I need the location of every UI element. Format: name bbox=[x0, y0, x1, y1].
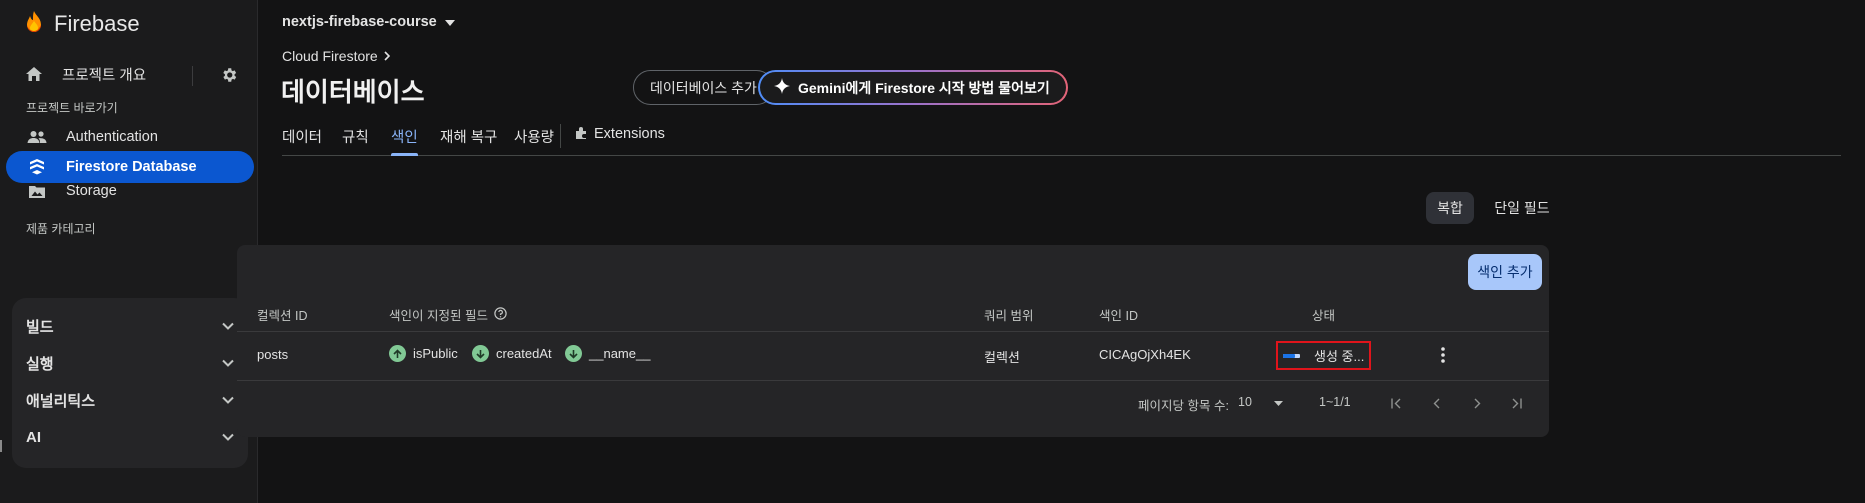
ask-gemini-label: Gemini에게 Firestore 시작 방법 물어보기 bbox=[798, 79, 1050, 96]
tab-bar: 데이터 규칙 색인 재해 복구 사용량 Extensions bbox=[282, 102, 1841, 156]
help-icon[interactable] bbox=[494, 306, 507, 323]
sparkle-icon bbox=[774, 78, 790, 97]
ask-gemini-button[interactable]: Gemini에게 Firestore 시작 방법 물어보기 bbox=[758, 70, 1068, 105]
chevron-down-icon bbox=[220, 392, 236, 408]
sidebar-item-label: Authentication bbox=[66, 129, 158, 145]
sidebar-item-label: Firestore Database bbox=[66, 159, 197, 175]
project-name: nextjs-firebase-course bbox=[282, 14, 437, 30]
arrow-down-icon bbox=[472, 345, 489, 362]
home-icon bbox=[24, 64, 44, 84]
first-page-icon[interactable] bbox=[1389, 395, 1405, 411]
status-label: 생성 중... bbox=[1314, 349, 1365, 364]
chevron-down-icon bbox=[220, 355, 236, 371]
tab-usage[interactable]: 사용량 bbox=[514, 126, 554, 156]
firestore-icon bbox=[26, 158, 48, 176]
chevron-down-icon bbox=[220, 429, 236, 445]
last-page-icon[interactable] bbox=[1508, 395, 1524, 411]
main-content: nextjs-firebase-course Cloud Firestore 데… bbox=[237, 0, 1865, 503]
segment-single-field[interactable]: 단일 필드 bbox=[1484, 192, 1560, 224]
category-label: 빌드 bbox=[26, 318, 54, 336]
tab-indexes[interactable]: 색인 bbox=[391, 126, 418, 156]
categories-section-label: 제품 카테고리 bbox=[26, 222, 96, 236]
tab-extensions[interactable]: Extensions bbox=[574, 126, 665, 156]
category-ai[interactable]: AI bbox=[12, 416, 248, 458]
more-vert-icon[interactable] bbox=[1437, 343, 1449, 367]
tab-rules[interactable]: 규칙 bbox=[342, 126, 369, 156]
chevron-right-icon bbox=[384, 48, 390, 64]
gear-icon[interactable] bbox=[218, 64, 240, 86]
product-categories: 빌드 실행 애널리틱스 AI bbox=[12, 298, 248, 468]
segment-compound[interactable]: 복합 bbox=[1426, 192, 1474, 224]
rows-per-page-select[interactable]: 10 bbox=[1238, 395, 1283, 409]
field-chip: isPublic bbox=[389, 345, 458, 362]
progress-bar bbox=[1283, 353, 1300, 358]
add-index-button[interactable]: 색인 추가 bbox=[1468, 254, 1542, 290]
category-label: 실행 bbox=[26, 355, 54, 373]
firebase-flame-icon bbox=[24, 10, 44, 39]
image-folder-icon bbox=[26, 182, 48, 200]
progress-fill bbox=[1283, 353, 1295, 358]
header-status: 상태 bbox=[1312, 309, 1336, 323]
row-divider bbox=[237, 380, 1549, 381]
arrow-down-icon bbox=[565, 345, 582, 362]
field-name: __name__ bbox=[589, 346, 651, 361]
status-building: 생성 중... bbox=[1276, 341, 1371, 370]
tab-divider bbox=[560, 124, 561, 148]
row-divider bbox=[237, 331, 1549, 332]
indexes-table: 색인 추가 컬렉션 ID 색인이 지정된 필드 쿼리 범위 색인 ID 상태 p… bbox=[237, 245, 1549, 437]
pagination-range: 1~1/1 bbox=[1319, 395, 1351, 409]
cell-collection-id: posts bbox=[257, 347, 289, 362]
brand-name: Firebase bbox=[54, 11, 140, 36]
category-build[interactable]: 빌드 bbox=[12, 305, 248, 347]
header-collection-id: 컬렉션 ID bbox=[257, 309, 308, 323]
add-database-button[interactable]: 데이터베이스 추가 bbox=[633, 70, 774, 105]
category-label: 애널리틱스 bbox=[26, 392, 96, 410]
breadcrumb[interactable]: Cloud Firestore bbox=[282, 48, 390, 64]
rows-per-page-label: 페이지당 항목 수: bbox=[1138, 399, 1229, 413]
header-query-scope: 쿼리 범위 bbox=[984, 309, 1034, 323]
header-indexed-fields: 색인이 지정된 필드 bbox=[389, 305, 507, 324]
field-chip: createdAt bbox=[472, 345, 552, 362]
field-chip: __name__ bbox=[565, 345, 650, 362]
category-analytics[interactable]: 애널리틱스 bbox=[12, 379, 248, 421]
field-name: createdAt bbox=[496, 346, 552, 361]
caret-down-icon bbox=[1273, 395, 1283, 409]
breadcrumb-label: Cloud Firestore bbox=[282, 48, 378, 64]
category-run[interactable]: 실행 bbox=[12, 342, 248, 384]
divider bbox=[192, 66, 193, 86]
tab-data[interactable]: 데이터 bbox=[282, 126, 322, 156]
cell-index-id: CICAgOjXh4EK bbox=[1099, 347, 1191, 362]
people-icon bbox=[26, 128, 48, 146]
sidebar-item-storage[interactable]: Storage bbox=[6, 175, 254, 207]
cell-query-scope: 컬렉션 bbox=[984, 350, 1020, 365]
window-edge-marker bbox=[0, 440, 2, 452]
firebase-logo[interactable]: Firebase bbox=[24, 10, 140, 38]
project-overview-label: 프로젝트 개요 bbox=[62, 67, 147, 84]
field-name: isPublic bbox=[413, 346, 458, 361]
tab-disaster-recovery[interactable]: 재해 복구 bbox=[440, 126, 497, 156]
header-index-id: 색인 ID bbox=[1099, 309, 1138, 323]
shortcuts-section-label: 프로젝트 바로가기 bbox=[26, 101, 118, 115]
rows-per-page-value: 10 bbox=[1238, 395, 1252, 409]
tab-extensions-label: Extensions bbox=[594, 126, 665, 142]
sidebar: Firebase 프로젝트 개요 프로젝트 바로가기 Authenticatio… bbox=[0, 0, 258, 503]
sidebar-item-authentication[interactable]: Authentication bbox=[6, 121, 254, 153]
previous-page-icon[interactable] bbox=[1429, 395, 1445, 411]
chevron-down-icon bbox=[220, 318, 236, 334]
arrow-up-icon bbox=[389, 345, 406, 362]
next-page-icon[interactable] bbox=[1469, 395, 1485, 411]
project-overview-link[interactable]: 프로젝트 개요 bbox=[24, 58, 244, 90]
sidebar-item-label: Storage bbox=[66, 183, 117, 199]
extensions-icon bbox=[574, 126, 588, 144]
caret-down-icon bbox=[444, 14, 455, 30]
project-switcher[interactable]: nextjs-firebase-course bbox=[282, 11, 455, 33]
header-indexed-fields-label: 색인이 지정된 필드 bbox=[389, 309, 488, 323]
category-label: AI bbox=[26, 428, 41, 446]
